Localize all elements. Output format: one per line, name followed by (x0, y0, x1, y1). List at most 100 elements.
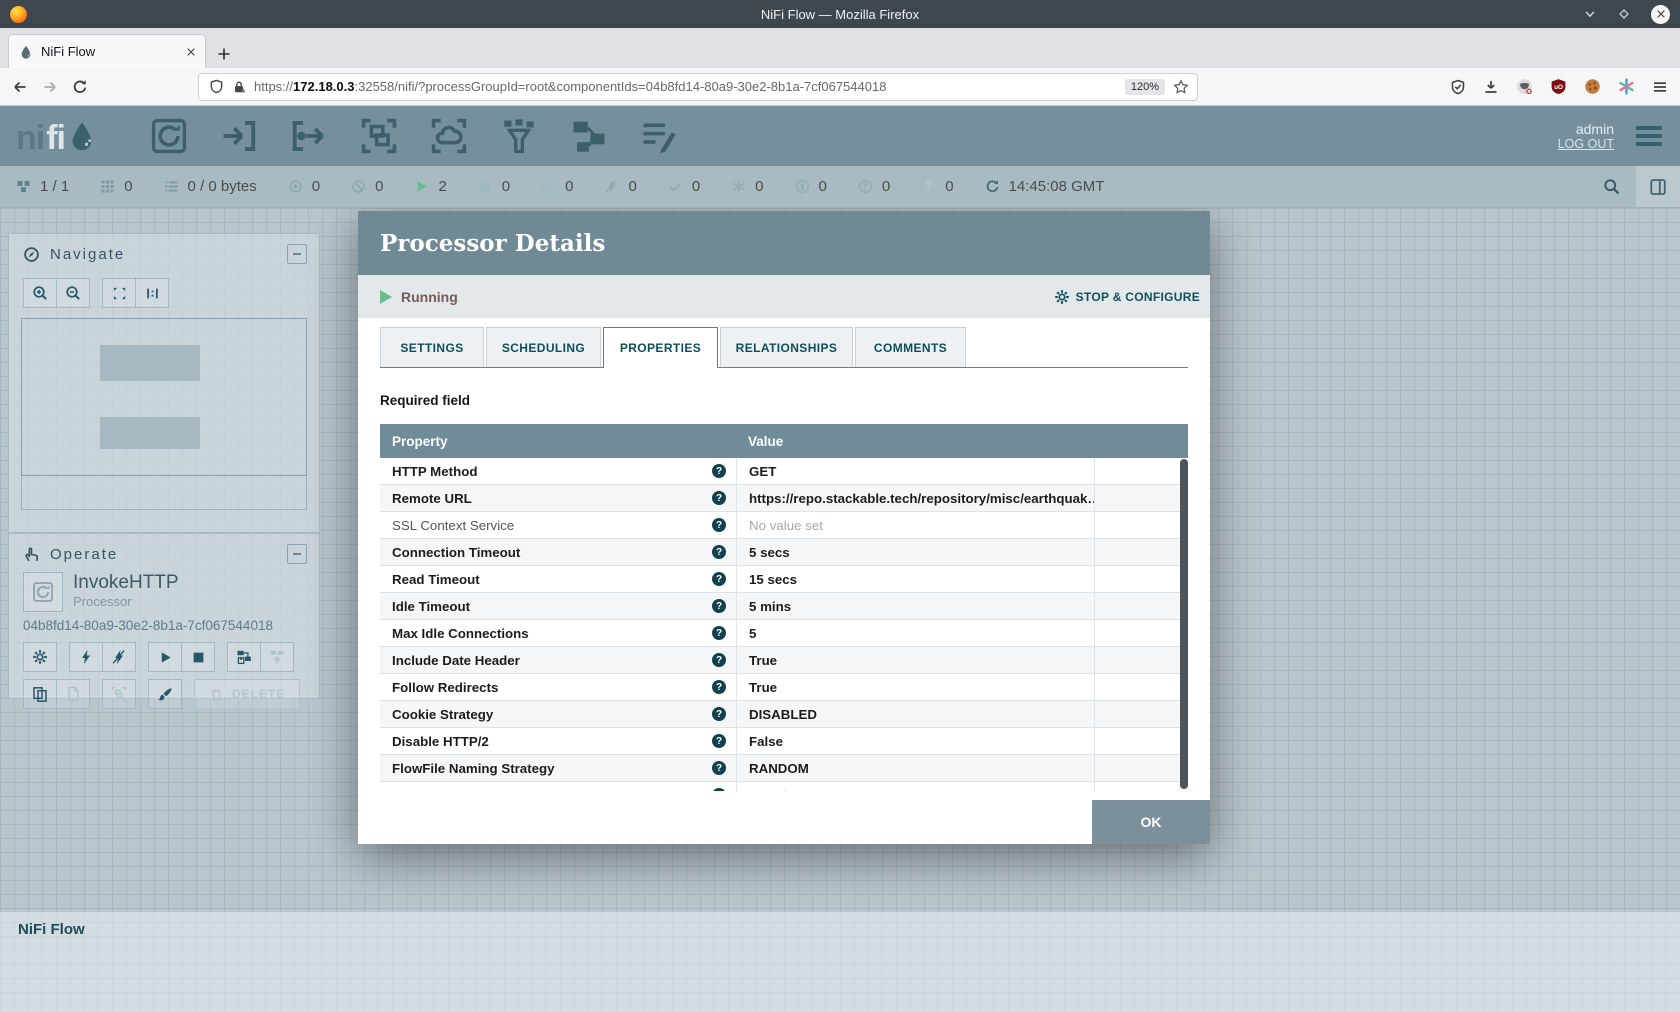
help-icon[interactable]: ? (712, 545, 726, 559)
delete-button[interactable]: DELETE (194, 679, 300, 709)
help-icon[interactable]: ? (712, 707, 726, 721)
group-button[interactable] (102, 679, 136, 709)
active-threads-status: 0 (100, 178, 132, 195)
stop-and-configure-button[interactable]: STOP & CONFIGURE (1054, 289, 1200, 305)
minimap-processor (100, 345, 200, 381)
reload-button[interactable] (72, 79, 88, 95)
selected-component-id: 04b8fd14-80a9-30e2-8b1a-7cf067544018 (23, 618, 305, 633)
minimize-button[interactable] (1583, 7, 1597, 21)
help-icon[interactable]: ? (712, 734, 726, 748)
start-button[interactable] (148, 642, 182, 672)
help-icon[interactable]: ? (712, 491, 726, 505)
configure-button[interactable] (23, 642, 57, 672)
sync-failure-status: ? 0 (921, 178, 953, 195)
zoom-fit-button[interactable] (102, 278, 136, 308)
change-color-button[interactable] (148, 679, 182, 709)
template-icon[interactable] (569, 117, 609, 155)
disable-button[interactable] (102, 642, 136, 672)
connection-lock-icon[interactable] (232, 80, 246, 94)
disabled-icon (604, 179, 619, 194)
input-port-icon[interactable] (219, 117, 259, 155)
cookie-extension-icon[interactable] (1584, 78, 1601, 95)
process-group-icon[interactable] (359, 117, 399, 155)
navigate-collapse-button[interactable] (287, 244, 307, 264)
property-name: HTTP Method (392, 464, 477, 479)
birdseye-minimap[interactable] (21, 318, 307, 476)
zoom-actual-size-button[interactable] (135, 278, 169, 308)
search-icon[interactable] (1603, 178, 1620, 195)
queued-icon (164, 179, 179, 194)
protections-shield-icon[interactable] (1450, 79, 1466, 95)
running-count: 2 (438, 178, 446, 195)
tab-title: NiFi Flow (41, 44, 177, 59)
operate-collapse-button[interactable] (287, 544, 307, 564)
bookmark-star-icon[interactable] (1173, 79, 1189, 95)
breadcrumb[interactable]: NiFi Flow (18, 921, 85, 938)
downloads-icon[interactable] (1483, 79, 1499, 95)
help-icon[interactable]: ? (712, 653, 726, 667)
help-icon[interactable]: ? (712, 518, 726, 532)
global-menu-button[interactable] (1632, 122, 1666, 150)
tab-relationships[interactable]: RELATIONSHIPS (720, 327, 853, 367)
forward-button[interactable] (42, 79, 58, 95)
properties-table: Property Value HTTP Method ? GET Remote … (380, 424, 1188, 791)
enable-button[interactable] (69, 642, 103, 672)
flow-canvas[interactable]: Navigate Operate (0, 208, 1680, 1012)
ok-button[interactable]: OK (1092, 800, 1210, 844)
url-bar[interactable]: https://172.18.0.3:32558/nifi/?processGr… (198, 73, 1198, 101)
locally-modified-icon (731, 179, 746, 194)
container-extension-icon[interactable] (1516, 78, 1533, 95)
help-icon[interactable]: ? (712, 761, 726, 775)
maximize-button[interactable] (1617, 7, 1631, 21)
paste-button[interactable] (56, 679, 90, 709)
stop-button[interactable] (181, 642, 215, 672)
tab-properties[interactable]: PROPERTIES (603, 327, 718, 368)
extension-sparkle-icon[interactable] (1618, 78, 1635, 95)
up-to-date-icon (668, 179, 683, 194)
property-name: Disable HTTP/2 (392, 734, 489, 749)
status-history-panel-button[interactable] (1636, 166, 1680, 207)
close-button[interactable] (1651, 5, 1670, 24)
help-icon[interactable]: ? (712, 599, 726, 613)
help-icon[interactable]: ? (712, 572, 726, 586)
output-port-icon[interactable] (289, 117, 329, 155)
minimap-processor (100, 417, 200, 449)
funnel-icon[interactable] (499, 117, 539, 155)
zoom-out-button[interactable] (56, 278, 90, 308)
browser-tab-nifi-flow[interactable]: NiFi Flow (8, 34, 206, 68)
logout-link[interactable]: LOG OUT (1558, 137, 1614, 151)
tab-settings[interactable]: SETTINGS (380, 327, 484, 367)
help-icon[interactable]: ? (712, 464, 726, 478)
table-scrollbar[interactable] (1180, 459, 1188, 789)
create-template-button[interactable] (227, 642, 261, 672)
tab-close-icon[interactable] (185, 46, 197, 58)
tab-comments[interactable]: COMMENTS (855, 327, 966, 367)
transmitting-count: 0 (312, 178, 320, 195)
minimap-brush[interactable] (21, 476, 307, 510)
label-icon[interactable] (639, 117, 679, 155)
current-user: admin (1558, 121, 1614, 137)
page-zoom-indicator[interactable]: 120% (1125, 79, 1165, 95)
property-name: Remote URL (392, 491, 472, 506)
tab-scheduling[interactable]: SCHEDULING (486, 327, 601, 367)
tracking-protection-shield-icon[interactable] (209, 79, 224, 94)
browser-menu-button[interactable] (1652, 79, 1668, 95)
help-icon[interactable]: ? (712, 680, 726, 694)
queued-count: 0 / 0 bytes (188, 178, 257, 195)
stopped-status: 0 (478, 178, 510, 195)
upload-template-button[interactable] (260, 642, 294, 672)
zoom-in-button[interactable] (23, 278, 57, 308)
help-icon[interactable]: ? (712, 788, 726, 791)
processor-icon[interactable] (149, 117, 189, 155)
property-value: 15 secs (736, 566, 1094, 592)
stopped-icon (478, 179, 493, 194)
remote-process-group-icon[interactable] (429, 117, 469, 155)
column-header-property: Property (380, 434, 736, 449)
back-button[interactable] (12, 79, 28, 95)
new-tab-button[interactable] (216, 46, 232, 62)
ublock-extension-icon[interactable]: uO (1550, 78, 1567, 95)
help-icon[interactable]: ? (712, 626, 726, 640)
table-row: Follow Redirects ? True (380, 674, 1188, 701)
copy-button[interactable] (23, 679, 57, 709)
flow-footer: NiFi Flow (0, 912, 1680, 1012)
